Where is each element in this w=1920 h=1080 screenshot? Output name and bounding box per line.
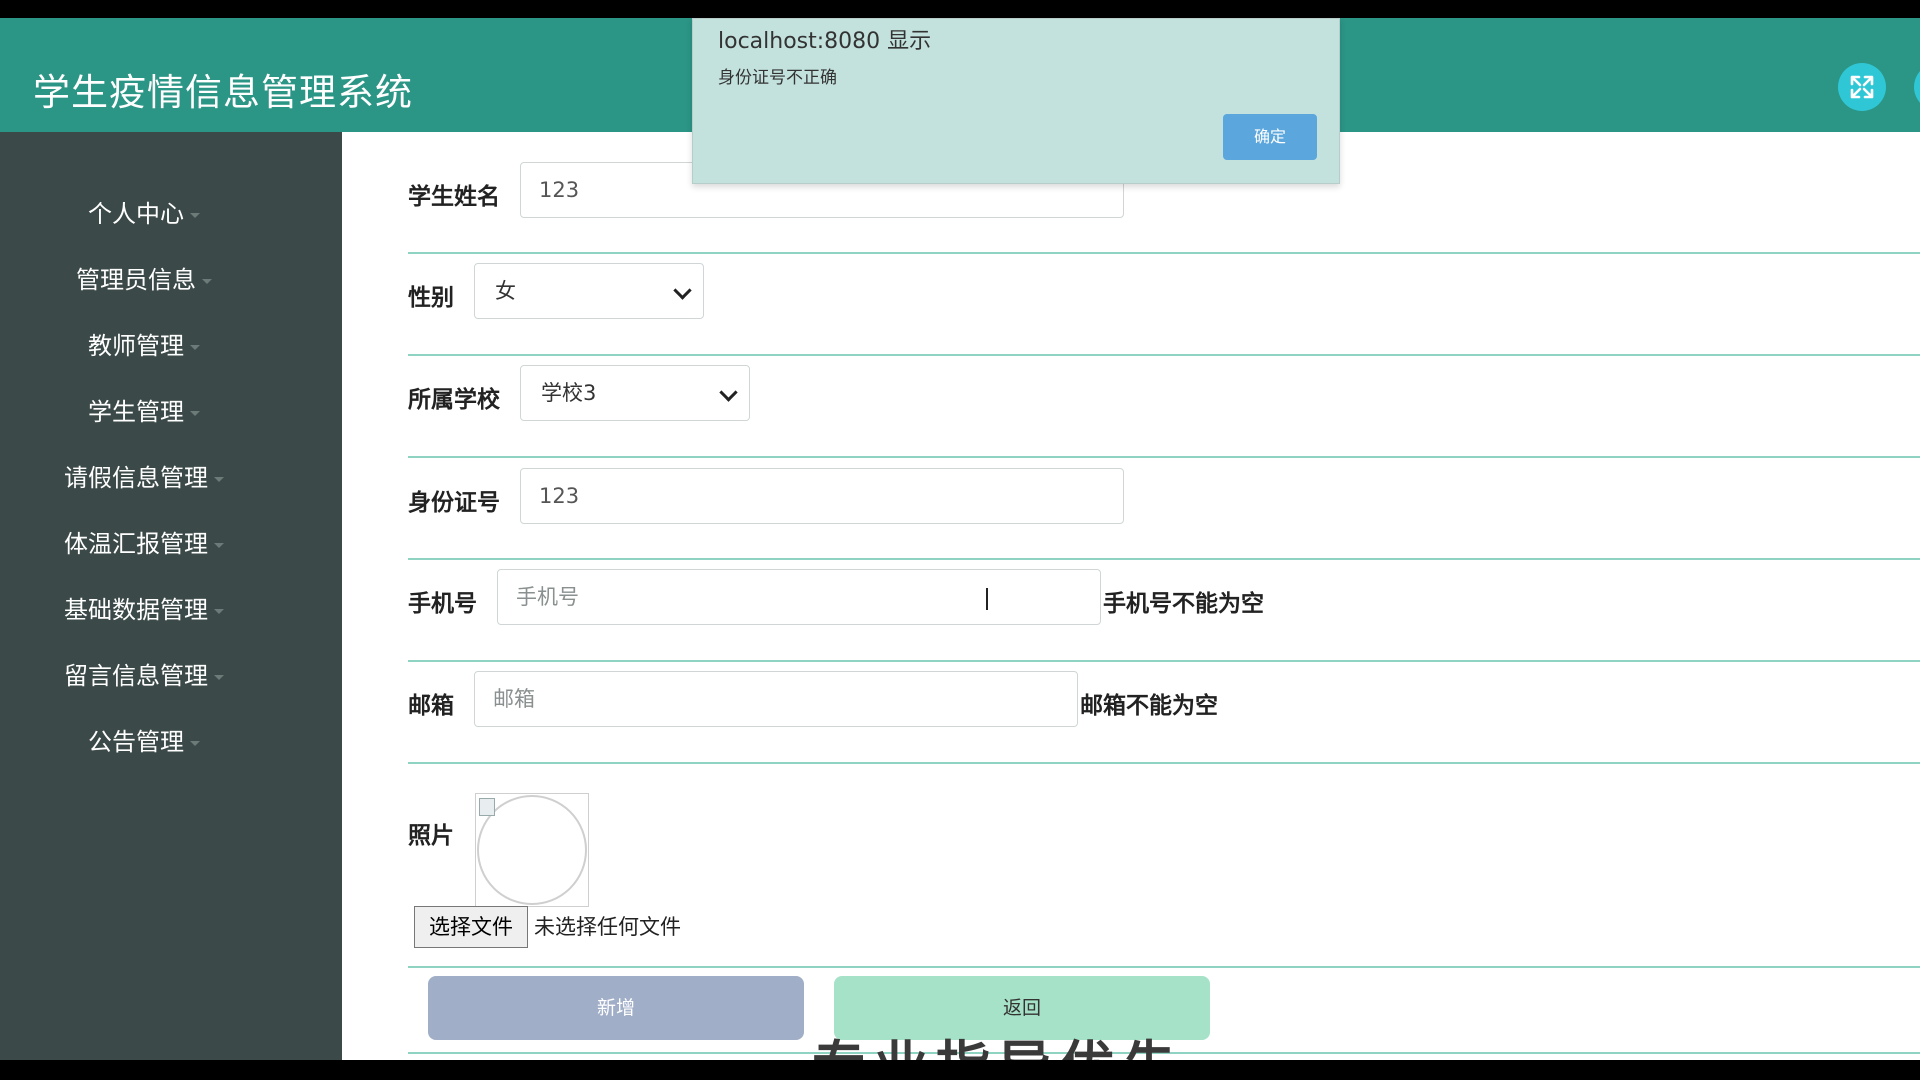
gender-select-value: 女 <box>495 279 516 303</box>
dialog-title: localhost:8080 显示 <box>718 29 932 54</box>
sidebar-item-label: 管理员信息 <box>76 266 196 294</box>
name-label: 学生姓名 <box>408 184 500 210</box>
sidebar-item-base-data-management[interactable]: 基础数据管理 <box>0 590 288 630</box>
caret-down-icon <box>190 410 200 416</box>
sidebar-item-label: 学生管理 <box>88 398 184 426</box>
back-button[interactable]: 返回 <box>834 976 1210 1040</box>
photo-label: 照片 <box>408 823 454 849</box>
add-button[interactable]: 新增 <box>428 976 804 1040</box>
form-row-email: 邮箱 邮箱 邮箱不能为空 <box>408 660 1920 764</box>
sidebar-item-notice-management[interactable]: 公告管理 <box>0 722 288 762</box>
file-status-text: 未选择任何文件 <box>534 915 681 939</box>
email-label: 邮箱 <box>408 693 454 719</box>
sidebar-item-label: 留言信息管理 <box>64 662 208 690</box>
caret-down-icon <box>202 278 212 284</box>
app-title: 学生疫情信息管理系统 <box>33 71 413 114</box>
caret-down-icon <box>190 344 200 350</box>
sidebar-item-label: 基础数据管理 <box>64 596 208 624</box>
form-row-gender: 性别 女 <box>408 252 1920 356</box>
video-subtitle-overlay: 专业指导优先 <box>812 1040 1184 1061</box>
sidebar-item-label: 个人中心 <box>88 200 184 228</box>
caret-down-icon <box>214 674 224 680</box>
phone-input[interactable]: 手机号 <box>497 569 1101 625</box>
header-action-button[interactable] <box>1914 63 1920 111</box>
dialog-ok-button[interactable]: 确定 <box>1223 114 1317 160</box>
sidebar-item-temperature-management[interactable]: 体温汇报管理 <box>0 524 288 564</box>
gender-select[interactable]: 女 <box>474 263 704 319</box>
sidebar: 个人中心 管理员信息 教师管理 学生管理 请假信息管理 体温汇报管理 基础数据管… <box>0 132 342 1060</box>
school-label: 所属学校 <box>408 387 500 413</box>
form-row-school: 所属学校 学校3 <box>408 354 1920 458</box>
expand-icon <box>1850 75 1874 99</box>
text-cursor-icon <box>986 588 988 610</box>
id-number-label: 身份证号 <box>408 490 500 516</box>
sidebar-item-label: 请假信息管理 <box>64 464 208 492</box>
form-row-id-number: 身份证号 123 <box>408 456 1920 560</box>
broken-image-icon <box>479 798 495 816</box>
id-number-input[interactable]: 123 <box>520 468 1124 524</box>
caret-down-icon <box>214 608 224 614</box>
sidebar-item-personal-center[interactable]: 个人中心 <box>0 194 288 234</box>
sidebar-item-label: 教师管理 <box>88 332 184 360</box>
photo-preview <box>475 793 589 907</box>
chevron-down-icon <box>719 383 738 402</box>
email-error-message: 邮箱不能为空 <box>1080 693 1218 719</box>
caret-down-icon <box>190 740 200 746</box>
caret-down-icon <box>190 212 200 218</box>
form-row-phone: 手机号 手机号 手机号不能为空 <box>408 558 1920 662</box>
gender-label: 性别 <box>408 285 454 311</box>
sidebar-item-label: 体温汇报管理 <box>64 530 208 558</box>
sidebar-item-leave-management[interactable]: 请假信息管理 <box>0 458 288 498</box>
sidebar-item-message-management[interactable]: 留言信息管理 <box>0 656 288 696</box>
phone-label: 手机号 <box>408 591 477 617</box>
sidebar-item-label: 公告管理 <box>88 728 184 756</box>
phone-error-message: 手机号不能为空 <box>1103 591 1264 617</box>
fullscreen-button[interactable] <box>1838 63 1886 111</box>
email-input[interactable]: 邮箱 <box>474 671 1078 727</box>
sidebar-item-admin-info[interactable]: 管理员信息 <box>0 260 288 300</box>
caret-down-icon <box>214 476 224 482</box>
alert-dialog: localhost:8080 显示 身份证号不正确 确定 <box>692 18 1340 184</box>
chevron-down-icon <box>673 281 692 300</box>
school-select-value: 学校3 <box>541 381 597 405</box>
sidebar-item-student-management[interactable]: 学生管理 <box>0 392 288 432</box>
choose-file-button[interactable]: 选择文件 <box>414 906 528 948</box>
browser-viewport: 学生疫情信息管理系统 个人中心 管理员信息 教师管理 学生管理 请假信息管理 体… <box>0 18 1920 1060</box>
school-select[interactable]: 学校3 <box>520 365 750 421</box>
dialog-message: 身份证号不正确 <box>718 68 837 88</box>
caret-down-icon <box>214 542 224 548</box>
sidebar-item-teacher-management[interactable]: 教师管理 <box>0 326 288 366</box>
